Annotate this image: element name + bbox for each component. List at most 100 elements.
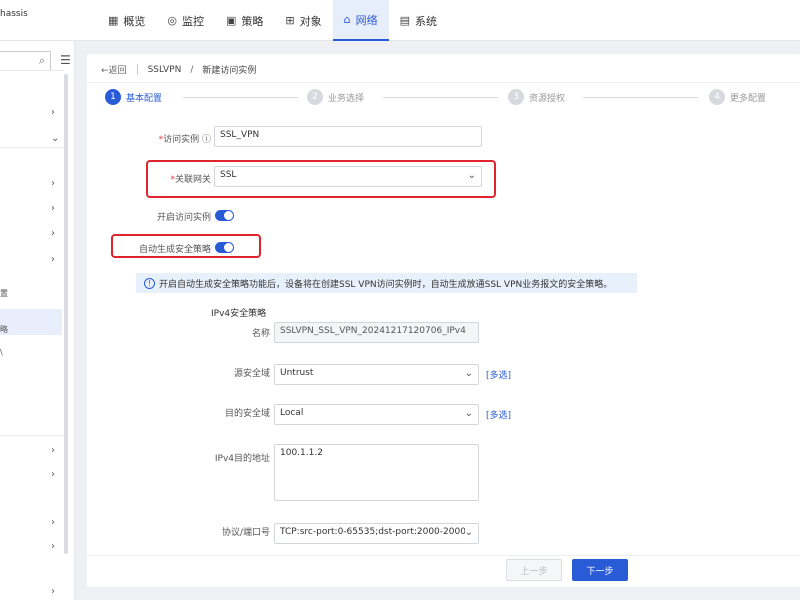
step-resource-auth: 3 资源授权 xyxy=(508,89,565,105)
gateway-select[interactable]: SSL ⌄ xyxy=(214,166,482,187)
step-number: 2 xyxy=(307,89,323,105)
dst-zone-label: 目的安全域 xyxy=(224,409,270,419)
nav-monitor[interactable]: ◎ 监控 xyxy=(156,0,215,41)
nav-label: 对象 xyxy=(299,14,322,28)
search-icon[interactable]: ⌕ xyxy=(39,54,45,68)
info-icon: ! xyxy=(144,277,155,289)
instance-input[interactable]: SSL_VPN xyxy=(214,126,482,147)
proto-value: TCP:src-port:0-65535;dst-port:2000-2000 xyxy=(280,527,466,537)
breadcrumb-separator: / xyxy=(190,64,194,75)
chevron-right-icon[interactable]: › xyxy=(51,541,55,552)
step-label: 基本配置 xyxy=(126,93,163,104)
top-bar: hassis ▦ 概览 ◎ 监控 ▣ 策略 ⊞ 对象 ⌂ 网络 ▤ 系统 xyxy=(0,0,800,41)
nav-label: 系统 xyxy=(415,14,438,28)
chevron-right-icon[interactable]: › xyxy=(51,254,55,265)
step-basic-config: 1 基本配置 xyxy=(105,89,162,105)
chevron-right-icon[interactable]: › xyxy=(51,517,55,528)
sidebar-item-label: \ xyxy=(0,348,3,357)
nav-policy[interactable]: ▣ 策略 xyxy=(215,0,274,41)
gateway-select-value: SSL xyxy=(220,170,237,180)
chevron-right-icon[interactable]: › xyxy=(51,586,55,597)
chevron-right-icon[interactable]: › xyxy=(51,178,55,189)
auto-policy-toggle[interactable] xyxy=(215,242,234,253)
nav-label: 概览 xyxy=(123,14,146,28)
src-zone-value: Untrust xyxy=(280,368,314,378)
enable-instance-toggle[interactable] xyxy=(215,210,234,221)
nav-object[interactable]: ⊞ 对象 xyxy=(274,0,332,41)
step-label: 资源授权 xyxy=(529,93,566,104)
step-more-config: 4 更多配置 xyxy=(709,89,766,105)
monitor-icon: ◎ xyxy=(167,14,178,27)
help-icon[interactable]: ⓘ xyxy=(202,135,211,145)
chevron-right-icon[interactable]: › xyxy=(51,107,55,118)
system-icon: ▤ xyxy=(399,14,411,27)
gateway-label-text: 关联网关 xyxy=(174,175,211,185)
policy-name-input: SSLVPN_SSL_VPN_20241217120706_IPv4 xyxy=(274,322,479,343)
policy-icon: ▣ xyxy=(226,14,237,27)
chevron-right-icon[interactable]: › xyxy=(51,469,55,480)
src-zone-label: 源安全域 xyxy=(233,369,270,379)
prev-step-button[interactable]: 上一步 xyxy=(506,559,562,581)
proto-label: 协议/端口号 xyxy=(221,528,270,538)
dst-zone-select[interactable]: Local ⌄ xyxy=(274,404,479,425)
dst-zone-value: Local xyxy=(280,408,304,418)
chevron-down-icon: ⌄ xyxy=(467,170,476,181)
step-indicator: 1 基本配置 2 业务选择 3 资源授权 4 更多配置 xyxy=(105,89,800,109)
step-connector xyxy=(583,97,698,98)
instance-label: *访问实例 ⓘ xyxy=(158,135,211,145)
step-connector xyxy=(183,97,298,98)
info-text: 开启自动生成安全策略功能后，设备将在创建SSL VPN访问实例时，自动生成放通S… xyxy=(159,279,613,290)
auto-policy-label: 自动生成安全策略 xyxy=(138,245,211,255)
enable-instance-label: 开启访问实例 xyxy=(156,213,211,223)
nav-system[interactable]: ▤ 系统 xyxy=(389,0,448,41)
divider xyxy=(0,70,64,71)
chevron-right-icon[interactable]: › xyxy=(51,445,55,456)
network-icon: ⌂ xyxy=(343,13,351,26)
sidebar-item-label: 略 xyxy=(0,325,8,334)
dst-zone-multi-select-link[interactable]: [多选] xyxy=(486,408,511,421)
gateway-label: *关联网关 xyxy=(170,175,211,185)
breadcrumb-current: 新建访问实例 xyxy=(202,66,257,76)
name-label: 名称 xyxy=(251,329,270,339)
back-label: 返回 xyxy=(108,66,127,76)
chevron-down-icon: ⌄ xyxy=(464,408,473,419)
toggle-knob xyxy=(224,243,233,252)
sidebar-search-input[interactable]: ⌕ xyxy=(0,51,51,71)
sidebar-scrollbar[interactable] xyxy=(64,74,68,554)
dashboard-icon: ▦ xyxy=(108,14,119,27)
step-number: 4 xyxy=(709,89,725,105)
chevron-down-icon: ⌄ xyxy=(464,368,473,379)
main-panel: ←返回 SSLVPN / 新建访问实例 1 基本配置 2 业务选择 3 资源授权 4更… xyxy=(87,54,800,587)
toggle-knob xyxy=(224,211,233,220)
chevron-right-icon[interactable]: › xyxy=(51,203,55,214)
proto-select[interactable]: TCP:src-port:0-65535;dst-port:2000-2000 ⌄ xyxy=(274,523,479,544)
dst-addr-textarea[interactable]: 100.1.1.2 xyxy=(274,444,479,501)
step-connector xyxy=(383,97,498,98)
dst-addr-label: IPv4目的地址 xyxy=(214,454,270,464)
step-label: 更多配置 xyxy=(730,93,767,104)
ipv4-section-title: IPv4安全策略 xyxy=(211,309,267,319)
info-banner: ! 开启自动生成安全策略功能后，设备将在创建SSL VPN访问实例时，自动生成放通… xyxy=(136,273,637,293)
breadcrumb-parent[interactable]: SSLVPN xyxy=(148,65,182,75)
collapse-sidebar-icon[interactable]: ☰ xyxy=(60,53,71,67)
src-zone-select[interactable]: Untrust ⌄ xyxy=(274,364,479,385)
next-step-button[interactable]: 下一步 xyxy=(572,559,628,581)
nav-network[interactable]: ⌂ 网络 xyxy=(332,0,389,41)
nav-label: 策略 xyxy=(241,14,264,28)
sidebar-item-active[interactable] xyxy=(0,309,62,335)
nav-label: 网络 xyxy=(355,13,378,27)
sidebar: ⌕ ☰ › ⌄ › › › › 置 略 \ › › › › › xyxy=(0,41,75,600)
breadcrumb: ←返回 SSLVPN / 新建访问实例 xyxy=(101,63,256,76)
step-number: 3 xyxy=(508,89,524,105)
main-nav: ▦ 概览 ◎ 监控 ▣ 策略 ⊞ 对象 ⌂ 网络 ▤ 系统 xyxy=(97,0,448,41)
nav-label: 监控 xyxy=(182,14,205,28)
back-link[interactable]: ←返回 xyxy=(101,63,127,76)
chevron-down-icon[interactable]: ⌄ xyxy=(51,133,59,144)
divider xyxy=(0,435,64,436)
chevron-right-icon[interactable]: › xyxy=(51,228,55,239)
nav-overview[interactable]: ▦ 概览 xyxy=(97,0,156,41)
divider xyxy=(0,147,64,148)
sidebar-item-label: 置 xyxy=(0,289,8,298)
src-zone-multi-select-link[interactable]: [多选] xyxy=(486,368,511,381)
divider xyxy=(87,82,800,83)
